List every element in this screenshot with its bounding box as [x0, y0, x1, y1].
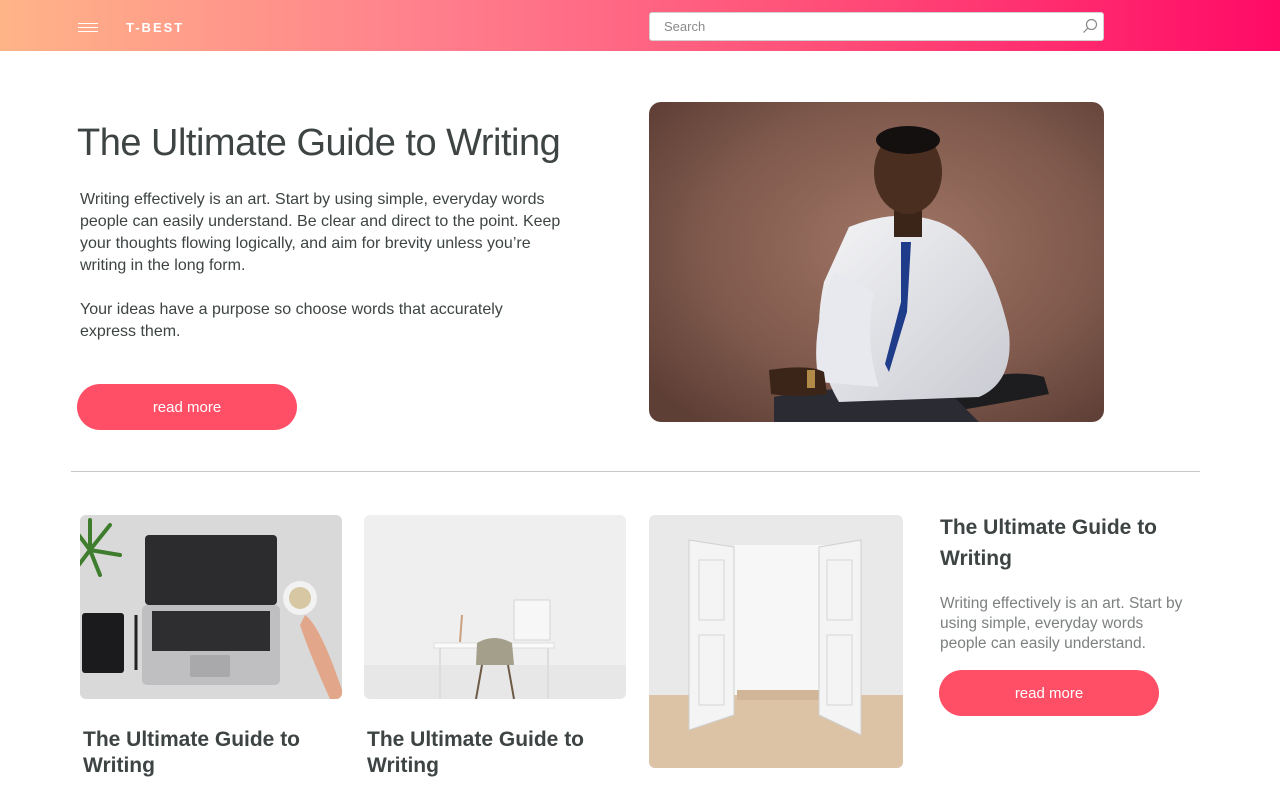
- open-doors-image[interactable]: [649, 515, 903, 768]
- top-nav-bar: T-BEST: [0, 0, 1280, 51]
- hero-portrait-image: [649, 102, 1104, 422]
- card-title[interactable]: The Ultimate Guide to Writing: [940, 512, 1190, 574]
- hero-paragraph: Your ideas have a purpose so choose word…: [80, 301, 503, 340]
- section-divider: [71, 471, 1200, 472]
- card-title[interactable]: The Ultimate Guide to Writing: [367, 727, 617, 779]
- hero-title: The Ultimate Guide to Writing: [77, 122, 561, 164]
- laptop-desk-image[interactable]: [80, 515, 342, 699]
- read-more-button[interactable]: read more: [939, 670, 1159, 716]
- search-icon[interactable]: [1082, 18, 1098, 34]
- card-title[interactable]: The Ultimate Guide to Writing: [83, 727, 333, 779]
- read-more-button[interactable]: read more: [77, 384, 297, 430]
- card-description: Writing effectively is an art. Start by …: [940, 595, 1183, 652]
- minimal-desk-image[interactable]: [364, 515, 626, 699]
- brand-logo-text[interactable]: T-BEST: [126, 20, 184, 35]
- search-box: [649, 12, 1104, 41]
- hamburger-icon[interactable]: [78, 22, 98, 34]
- hero-paragraph: Writing effectively is an art. Start by …: [80, 191, 561, 274]
- search-input[interactable]: [650, 13, 1070, 40]
